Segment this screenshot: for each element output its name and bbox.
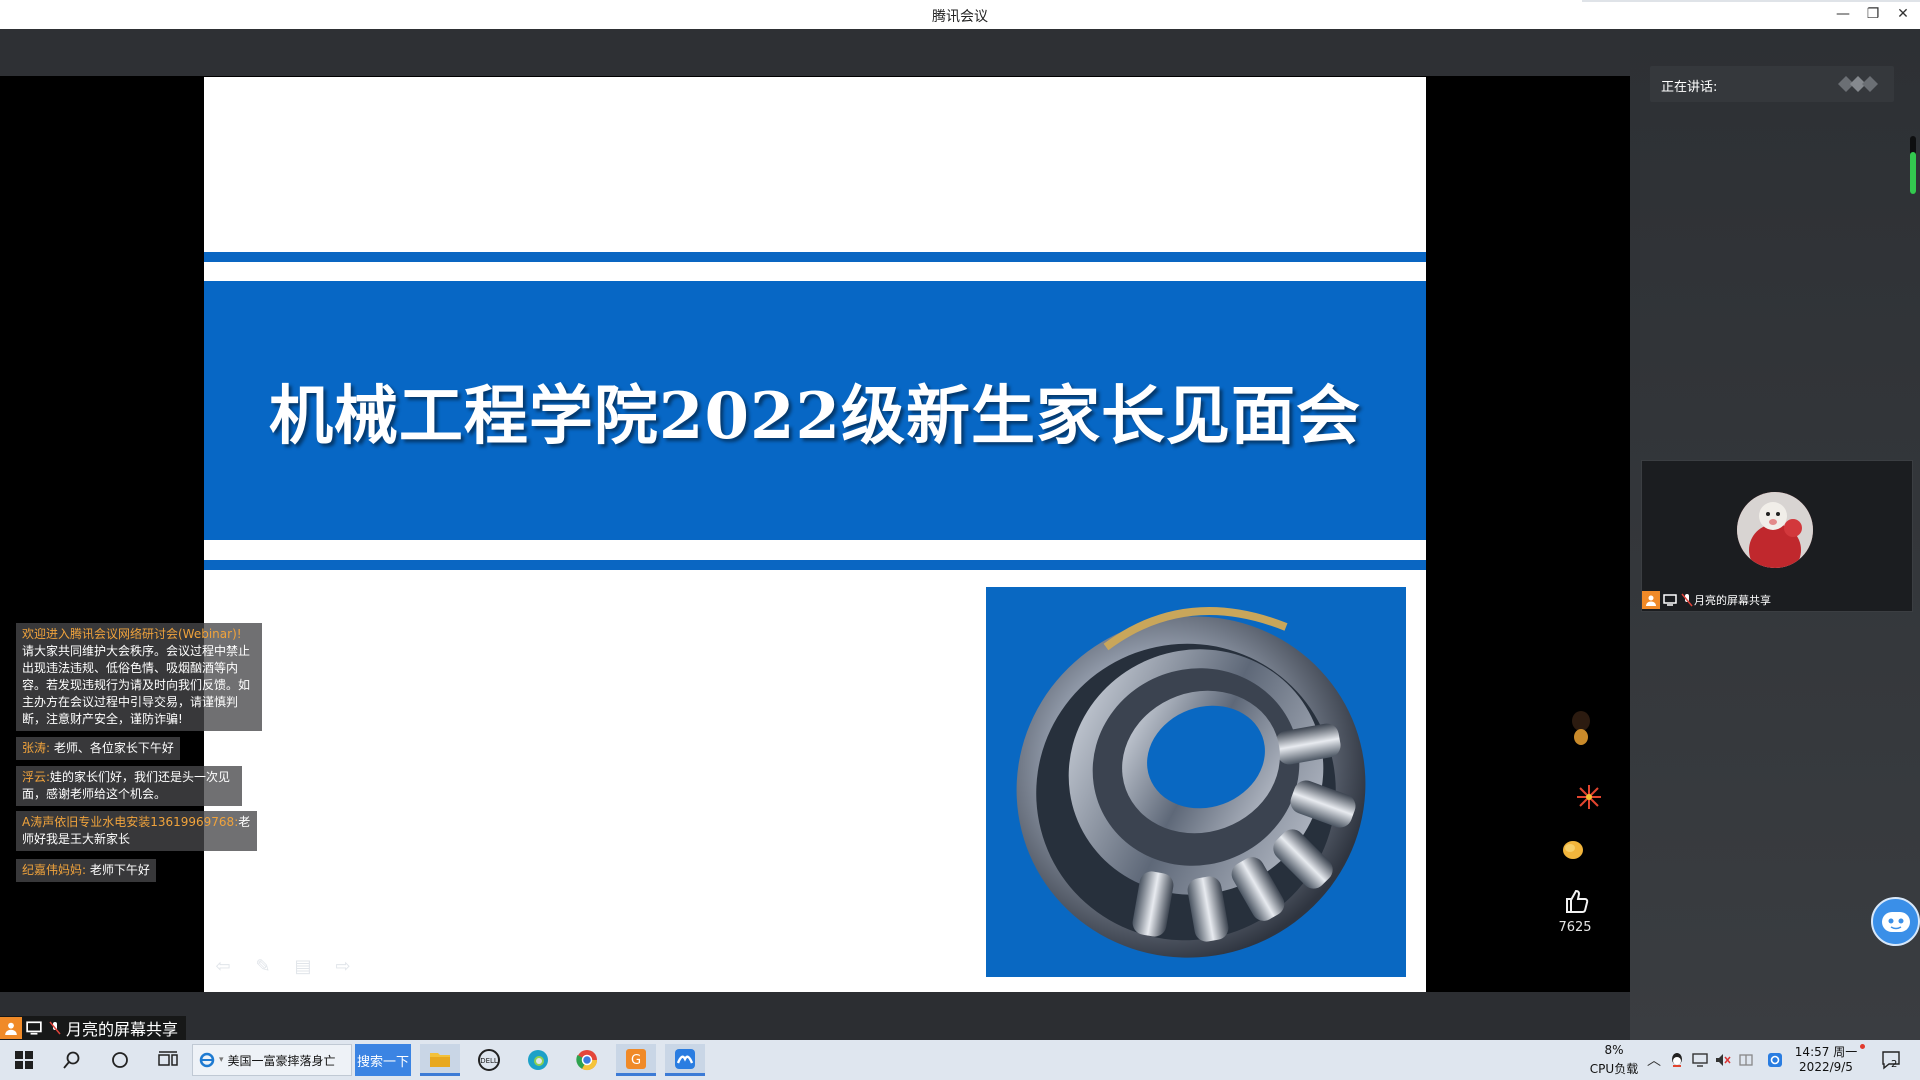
windows-start-icon[interactable]: [4, 1044, 44, 1076]
cpu-label: CPU负载: [1589, 1062, 1639, 1076]
mic-muted-icon: [1680, 593, 1694, 607]
notification-dot: [1860, 1044, 1865, 1049]
meeting-bottom-band: [0, 992, 1630, 1040]
dell-icon[interactable]: DELL: [469, 1044, 509, 1076]
svg-text:G: G: [631, 1053, 641, 1068]
arrow-right-icon[interactable]: ⇨: [332, 956, 354, 977]
user-icon: [1642, 591, 1660, 609]
avatar: [1737, 492, 1813, 568]
chat-message: 纪嘉伟妈妈: 老师下午好: [16, 859, 156, 882]
window-title: 腾讯会议: [932, 9, 988, 25]
tencent-meeting-icon[interactable]: [665, 1044, 705, 1076]
user-icon: [0, 1017, 22, 1039]
clock-time[interactable]: 14:57 周一: [1790, 1043, 1862, 1060]
clap-icon[interactable]: [1558, 834, 1588, 864]
clock-date[interactable]: 2022/9/5: [1790, 1060, 1862, 1074]
chat-message: 张涛: 老师、各位家长下午好: [16, 737, 180, 760]
chevron-up-icon[interactable]: ︿: [1645, 1051, 1663, 1069]
screen: 腾讯会议 — ❐ ✕ 机械工程学院2022级新生家长见面会 ⇦ ✎ ▤ ⇨ 欢迎…: [0, 0, 1920, 1080]
slide-bottom-stripe: [204, 560, 1426, 570]
tencent-tray-icon[interactable]: [1766, 1051, 1784, 1069]
slide-title: 机械工程学院2022级新生家长见面会: [268, 378, 1362, 454]
task-view-icon[interactable]: [148, 1044, 188, 1076]
meeting-top-toolbar[interactable]: [0, 29, 1630, 76]
chat-message-system: 欢迎进入腾讯会议网络研讨会(Webinar)! 请大家共同维护大会秩序。会议过程…: [16, 623, 262, 731]
bearing-image: [986, 587, 1406, 977]
menu-icon[interactable]: ▤: [292, 956, 314, 977]
participant-label: 月亮的屏幕共享: [1642, 590, 1771, 610]
browser-tab[interactable]: ▾ 美国一富豪摔落身亡: [192, 1044, 352, 1076]
floating-assistant-button[interactable]: [1871, 897, 1920, 946]
volume-meter: [1910, 136, 1916, 194]
thumbs-up-icon[interactable]: [1561, 886, 1591, 916]
taskbar: ▾ 美国一富豪摔落身亡 搜索一下 DELL G 8% CPU负载 ︿ 14:57…: [0, 1040, 1920, 1080]
volume-muted-icon[interactable]: [1714, 1051, 1732, 1069]
speaking-label: 正在讲话:: [1661, 80, 1718, 95]
screen-share-label: 月亮的屏幕共享: [0, 1016, 187, 1040]
chat-message: 浮云:娃的家长们好，我们还是头一次见 面，感谢老师给这个机会。: [16, 766, 242, 806]
titlebar-accent: [1582, 0, 1920, 2]
slide-top-stripe: [204, 252, 1426, 262]
arrow-left-icon[interactable]: ⇦: [212, 956, 234, 977]
close-button[interactable]: ✕: [1892, 4, 1914, 24]
slide-banner: 机械工程学院2022级新生家长见面会: [204, 281, 1426, 540]
cpu-percent: 8%: [1604, 1043, 1624, 1057]
ie-icon: [199, 1052, 215, 1068]
qq-icon[interactable]: [1668, 1051, 1686, 1069]
notification-center-icon[interactable]: 2: [1880, 1051, 1904, 1070]
chrome-icon[interactable]: [567, 1044, 607, 1076]
search-button[interactable]: 搜索一下: [355, 1044, 411, 1076]
minimize-button[interactable]: —: [1832, 4, 1854, 24]
mic-muted-icon: [46, 1019, 64, 1037]
chat-message: A涛声依旧专业水电安装13619969768:老 师好我是王大新家长: [16, 811, 257, 851]
input-method-icon[interactable]: [1737, 1051, 1755, 1069]
wps-icon[interactable]: G: [616, 1044, 656, 1076]
edge-browser-icon[interactable]: [518, 1044, 558, 1076]
presentation-slide: 机械工程学院2022级新生家长见面会 ⇦ ✎ ▤ ⇨: [204, 77, 1426, 992]
screen-share-icon: [25, 1019, 43, 1037]
pen-icon[interactable]: ✎: [252, 956, 274, 977]
window-titlebar[interactable]: 腾讯会议 — ❐ ✕: [0, 0, 1920, 29]
speaker-wave-icon: [1838, 76, 1878, 92]
cortana-icon[interactable]: [100, 1044, 140, 1076]
search-icon[interactable]: [52, 1044, 92, 1076]
file-explorer-icon[interactable]: [420, 1044, 460, 1076]
like-count: 7625: [1558, 920, 1592, 935]
svg-text:DELL: DELL: [480, 1057, 498, 1065]
restore-button[interactable]: ❐: [1862, 4, 1884, 24]
volume-level: [1910, 152, 1916, 194]
bearing-illustration: [1016, 607, 1366, 958]
pumpkin-icon[interactable]: [1566, 711, 1596, 745]
screen-share-icon: [1663, 593, 1677, 607]
robot-icon: [1881, 911, 1910, 932]
fireworks-icon[interactable]: [1574, 782, 1604, 812]
tab-dropdown-icon: ▾: [219, 1055, 224, 1065]
network-icon[interactable]: [1691, 1051, 1709, 1069]
speaking-indicator: 正在讲话:: [1650, 66, 1894, 102]
